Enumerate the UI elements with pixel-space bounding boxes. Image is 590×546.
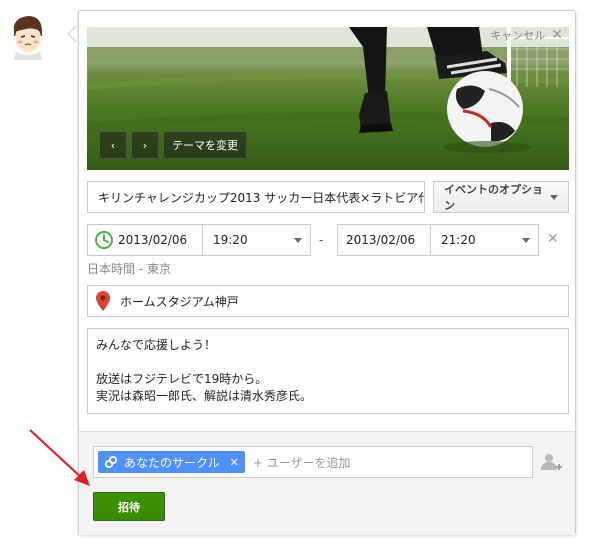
add-person-icon[interactable]: [541, 452, 563, 472]
change-theme-button[interactable]: テーマを変更: [163, 131, 247, 159]
location-pin-icon: [96, 291, 110, 311]
theme-controls: ‹ › テーマを変更: [99, 131, 247, 159]
invite-button[interactable]: 招待: [93, 492, 165, 521]
end-time-value: 21:20: [441, 233, 476, 247]
share-input[interactable]: あなたのサークル ✕ + ユーザーを追加: [93, 446, 533, 478]
end-time-select[interactable]: 21:20: [431, 224, 539, 256]
timezone-link[interactable]: 日本時間 - 東京: [87, 260, 171, 277]
start-time-value: 19:20: [213, 233, 248, 247]
circle-chip[interactable]: あなたのサークル ✕: [98, 451, 245, 473]
event-title-text: キリンチャレンジカップ2013 サッカー日本代表×ラトビア代表: [98, 190, 425, 205]
event-options-button[interactable]: イベントのオプション: [433, 181, 569, 213]
start-date-field[interactable]: 2013/02/06: [87, 224, 203, 256]
invite-label: 招待: [118, 500, 140, 514]
chevron-right-icon: ›: [142, 138, 148, 152]
event-description-textarea[interactable]: みんなで応援しよう！ 放送はフジテレビで19時から。 実況は森昭一郎氏、解説は清…: [87, 328, 569, 414]
description-line: 実況は森昭一郎氏、解説は清水秀彦氏。: [96, 389, 313, 403]
circle-chip-label: あなたのサークル: [124, 455, 220, 470]
prev-theme-button[interactable]: ‹: [99, 131, 127, 159]
description-line: 放送はフジテレビで19時から。: [96, 372, 268, 386]
chevron-down-icon: [550, 194, 558, 200]
clock-icon: [95, 231, 113, 249]
date-range-separator: -: [319, 233, 324, 247]
description-line: みんなで応援しよう！: [96, 338, 217, 352]
remove-chip-icon[interactable]: ✕: [230, 456, 239, 469]
event-title-input[interactable]: キリンチャレンジカップ2013 サッカー日本代表×ラトビア代表: [87, 181, 425, 213]
theme-banner: ‹ › テーマを変更: [87, 27, 569, 170]
start-date-value: 2013/02/06: [118, 233, 188, 247]
cancel-button[interactable]: キャンセル ✕: [490, 27, 563, 43]
link-icon: [104, 455, 118, 469]
location-value: ホームスタジアム神戸: [120, 294, 239, 309]
cancel-label: キャンセル: [490, 29, 546, 42]
event-options-label: イベントのオプション: [444, 183, 543, 212]
chevron-left-icon: ‹: [110, 138, 116, 152]
location-input[interactable]: ホームスタジアム神戸: [87, 285, 569, 317]
chevron-down-icon: [294, 237, 302, 243]
change-theme-label: テーマを変更: [172, 139, 238, 152]
description-line: [96, 354, 560, 371]
end-date-value: 2013/02/06: [346, 233, 416, 247]
start-time-select[interactable]: 19:20: [203, 224, 311, 256]
add-user-placeholder: + ユーザーを追加: [252, 455, 351, 470]
next-theme-button[interactable]: ›: [131, 131, 159, 159]
event-card: キャンセル ✕ ‹ › テーマを変更 キリンチャレンジカップ2013 サッカー日…: [78, 10, 576, 535]
end-date-field[interactable]: 2013/02/06: [337, 224, 431, 256]
clear-end-time-button[interactable]: ✕: [547, 231, 559, 247]
annotation-arrow: [29, 429, 90, 486]
close-icon: ✕: [551, 27, 563, 43]
share-section: あなたのサークル ✕ + ユーザーを追加 招待: [79, 431, 575, 535]
avatar: [13, 16, 42, 60]
chevron-down-icon: [522, 237, 530, 243]
